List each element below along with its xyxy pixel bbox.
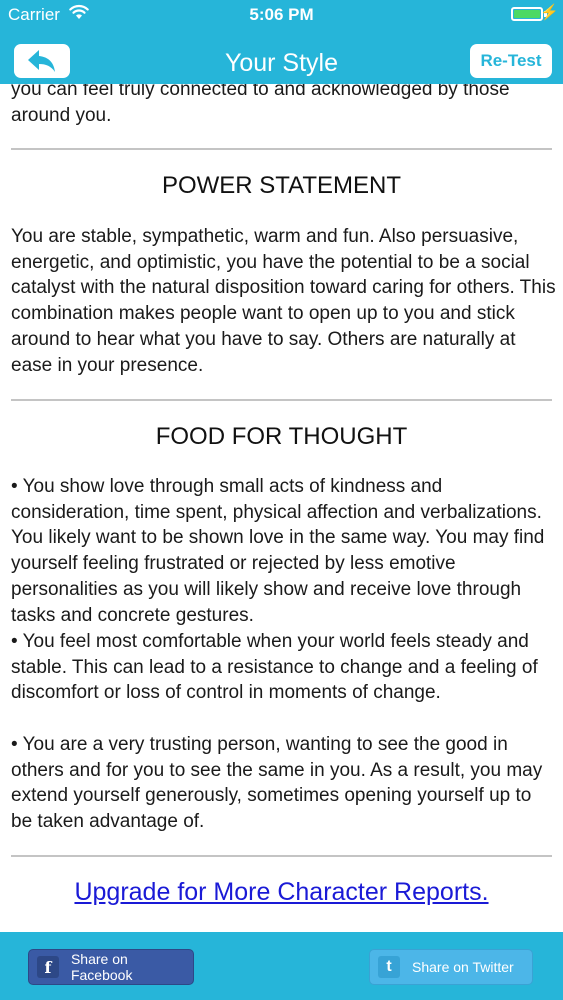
power-statement-text: You are stable, sympathetic, warm and fu… — [11, 226, 556, 376]
share-twitter-label: Share on Twitter — [412, 959, 514, 975]
status-time: 5:06 PM — [249, 5, 314, 24]
battery-icon — [511, 7, 543, 21]
report-content[interactable]: you can feel truly connected to and ackn… — [0, 84, 563, 932]
share-facebook-button[interactable]: f Share on Facebook — [28, 949, 194, 985]
navigation-bar: Your Style Re-Test — [0, 30, 563, 84]
divider — [11, 148, 552, 150]
divider — [11, 855, 552, 857]
intro-paragraph: you can feel truly connected to and ackn… — [11, 84, 510, 126]
bullet-item: • You show love through small acts of ki… — [11, 476, 545, 626]
divider — [11, 399, 552, 401]
share-facebook-label: Share on Facebook — [70, 951, 133, 983]
facebook-icon: f — [37, 956, 59, 978]
food-for-thought-heading: FOOD FOR THOUGHT — [155, 423, 408, 450]
power-statement-heading: POWER STATEMENT — [161, 172, 402, 199]
status-bar: Carrier 5:06 PM ⚡ — [0, 0, 563, 30]
twitter-icon: t — [378, 956, 400, 978]
retest-button[interactable]: Re-Test — [470, 44, 552, 78]
bullet-item: • You feel most comfortable when your wo… — [11, 631, 538, 704]
charging-bolt-icon: ⚡ — [540, 4, 559, 21]
share-twitter-button[interactable]: t Share on Twitter — [369, 949, 533, 985]
upgrade-link[interactable]: Upgrade for More Character Reports. — [0, 878, 563, 907]
bullet-item: • You are a very trusting person, wantin… — [11, 734, 543, 833]
share-bar: f Share on Facebook t Share on Twitter — [0, 932, 563, 1000]
